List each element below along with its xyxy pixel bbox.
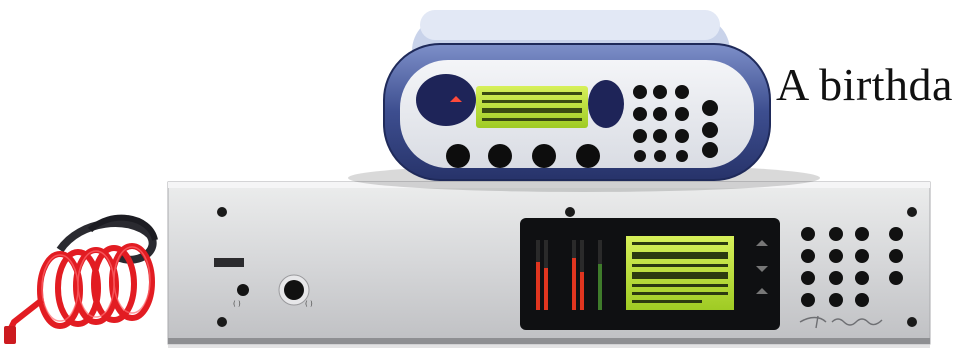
svg-text:( ): ( ) [305, 300, 313, 308]
red-cable [4, 214, 158, 344]
svg-text:( ): ( ) [233, 300, 241, 308]
product-photo: ( ) ( ) [4, 10, 931, 348]
rack-unit: ( ) ( ) [167, 181, 931, 348]
headline-text: A birthda [776, 59, 953, 110]
codec-unit [348, 10, 820, 192]
